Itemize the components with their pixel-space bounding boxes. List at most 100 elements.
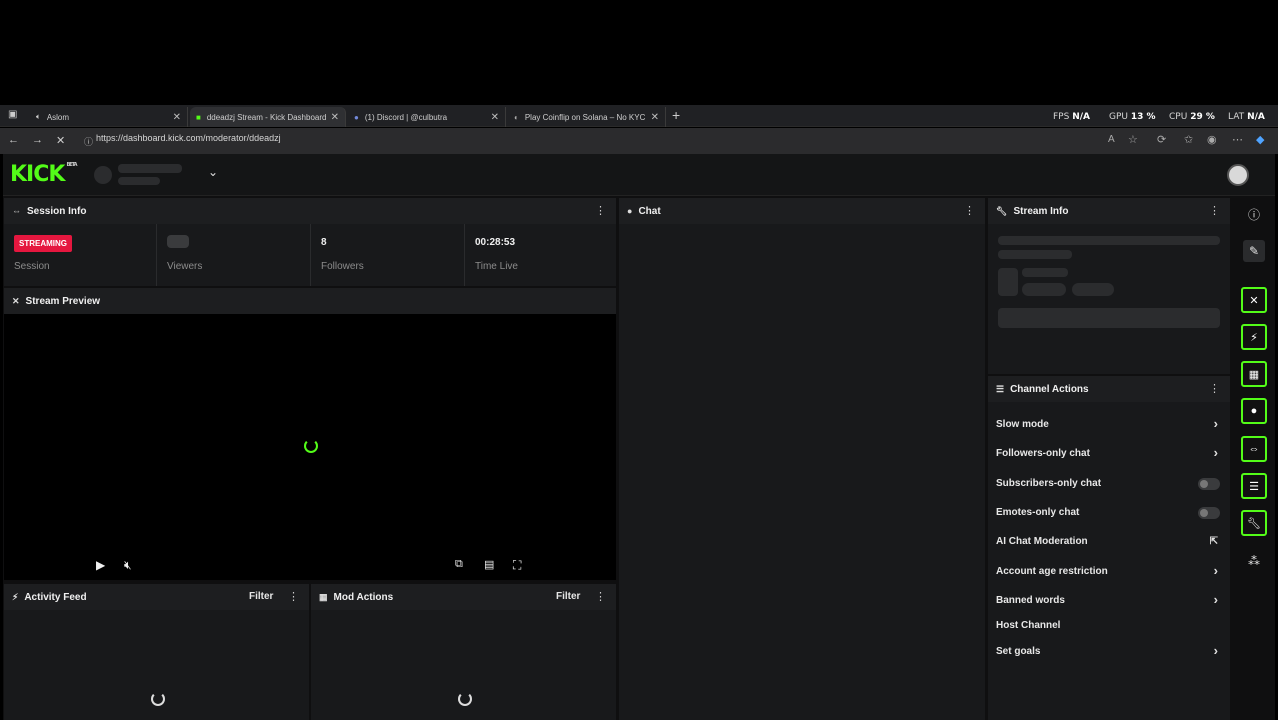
action-set-goals[interactable]: Set goals › <box>988 643 1230 663</box>
more-vertical-icon[interactable]: ⋮ <box>1209 382 1220 395</box>
stream-info-toggle-icon[interactable]: 🔧︎ <box>1241 510 1267 536</box>
filter-button[interactable]: Filter <box>556 591 580 602</box>
session-info-toggle-icon[interactable]: ⇔ <box>1241 436 1267 462</box>
profile-icon[interactable]: ◉ <box>1207 133 1217 146</box>
emotes-only-toggle[interactable] <box>1198 507 1220 519</box>
close-icon[interactable]: ✕ <box>651 112 659 123</box>
perf-label: FPS <box>1053 112 1070 122</box>
stat-label: Viewers <box>167 261 203 272</box>
read-aloud-icon[interactable]: A <box>1108 134 1115 145</box>
site-info-icon[interactable]: ⓘ <box>84 135 93 148</box>
theater-mode-icon[interactable]: ▤ <box>484 558 494 571</box>
mute-icon[interactable]: 🔇︎ <box>124 558 132 573</box>
action-label: Emotes-only chat <box>996 507 1080 518</box>
perf-label: CPU <box>1169 112 1188 122</box>
edit-button-placeholder <box>998 308 1220 328</box>
panel-title: Session Info <box>27 205 87 217</box>
refresh-icon[interactable]: ⟳ <box>1157 133 1166 146</box>
add-widget-icon[interactable]: ⁂ <box>1243 550 1265 572</box>
back-icon[interactable]: ← <box>8 134 19 146</box>
speaker-icon: 🔈︎ <box>36 112 41 121</box>
action-followers-only-chat[interactable]: Followers-only chat › <box>988 445 1230 465</box>
close-icon[interactable]: ✕ <box>173 112 181 123</box>
kick-logo[interactable]: KICK BETA <box>10 162 78 187</box>
stream-preview-toggle-icon[interactable]: ✕ <box>1241 287 1267 313</box>
play-icon[interactable]: ▶ <box>96 558 105 572</box>
chat-toggle-icon[interactable]: ● <box>1241 398 1267 424</box>
channel-name-placeholder <box>118 164 182 173</box>
more-vertical-icon[interactable]: ⋮ <box>595 590 606 603</box>
new-tab-button[interactable]: + <box>672 107 680 123</box>
more-vertical-icon[interactable]: ⋮ <box>288 590 299 603</box>
external-link-icon: ⇱ <box>1209 536 1218 547</box>
panel-header: 🔧︎ Stream Info <box>988 198 1230 224</box>
wrench-icon: 🔧︎ <box>996 205 1008 216</box>
channel-avatar-placeholder <box>94 166 112 184</box>
more-options-icon[interactable]: ⋯ <box>1232 133 1243 146</box>
tab-title: Aslom <box>46 112 70 122</box>
channel-switcher-chevron-down-icon[interactable]: ⌄ <box>208 165 218 179</box>
perf-label: LAT <box>1228 112 1245 122</box>
chevron-right-icon: › <box>1213 445 1218 460</box>
close-icon[interactable]: ✕ <box>491 112 499 123</box>
stream-info-panel: 🔧︎ Stream Info ⋮ <box>988 198 1230 374</box>
picture-in-picture-icon[interactable]: ⧉ <box>455 558 463 571</box>
discord-icon: ● <box>354 112 359 122</box>
stat-value: 8 <box>321 237 327 248</box>
stat-label: Session <box>14 261 50 272</box>
category-thumb-placeholder <box>998 268 1018 296</box>
action-slow-mode[interactable]: Slow mode › <box>988 416 1230 436</box>
favorites-icon[interactable]: ✩ <box>1184 133 1193 146</box>
user-avatar[interactable] <box>1227 164 1249 186</box>
browser-tab[interactable]: ● (1) Discord | @culbutra ✕ <box>348 107 506 127</box>
stat-time-live: 00:28:53 Time Live <box>465 224 616 286</box>
action-ai-chat-moderation[interactable]: AI Chat Moderation ⇱ <box>988 533 1230 553</box>
tag-placeholder <box>1072 283 1114 296</box>
action-emotes-only-chat: Emotes-only chat <box>988 504 1230 524</box>
perf-lat: LAT N/A <box>1228 112 1265 122</box>
activity-feed-toggle-icon[interactable]: ⚡︎ <box>1241 324 1267 350</box>
preview-icon: ✕ <box>12 295 20 306</box>
close-icon[interactable]: ✕ <box>331 112 339 123</box>
favorite-star-icon[interactable]: ☆ <box>1128 133 1138 146</box>
forward-icon[interactable]: → <box>32 134 43 146</box>
action-label: Banned words <box>996 595 1065 606</box>
action-banned-words[interactable]: Banned words › <box>988 592 1230 612</box>
status-badge: STREAMING <box>14 235 72 252</box>
action-label: Subscribers-only chat <box>996 478 1102 489</box>
action-label: Host Channel <box>996 620 1061 631</box>
browser-tab[interactable]: 🔈︎ Aslom ✕ <box>30 107 188 127</box>
mod-actions-toggle-icon[interactable]: ▦ <box>1241 361 1267 387</box>
chevron-right-icon: › <box>1213 563 1218 578</box>
url-field[interactable]: https://dashboard.kick.com/moderator/dde… <box>96 133 281 143</box>
channel-subtitle-placeholder <box>118 177 160 185</box>
action-label: Set goals <box>996 646 1041 657</box>
close-loading-icon[interactable]: ✕ <box>56 134 65 147</box>
activity-feed-panel: ⚡︎ Activity Feed Filter ⋮ <box>4 584 309 720</box>
channel-actions-toggle-icon[interactable]: ☰ <box>1241 473 1267 499</box>
subscribers-only-toggle[interactable] <box>1198 478 1220 490</box>
logo-text: KICK <box>10 162 65 187</box>
more-vertical-icon[interactable]: ⋮ <box>595 204 606 217</box>
app-header <box>3 154 1275 196</box>
action-host-channel[interactable]: Host Channel <box>988 617 1230 637</box>
panel-title: Stream Info <box>1013 205 1069 217</box>
loading-spinner-icon <box>304 439 318 453</box>
fullscreen-icon[interactable]: ⛶ <box>513 558 521 573</box>
copilot-icon[interactable]: ◆ <box>1256 133 1264 146</box>
more-vertical-icon[interactable]: ⋮ <box>1209 204 1220 217</box>
logo-tag: BETA <box>66 162 77 168</box>
edit-pencil-icon[interactable]: ✎ <box>1243 240 1265 262</box>
action-account-age-restriction[interactable]: Account age restriction › <box>988 563 1230 583</box>
panel-title: Activity Feed <box>24 591 87 603</box>
more-vertical-icon[interactable]: ⋮ <box>964 204 975 217</box>
browser-tab-active[interactable]: ■ ddeadzj Stream - Kick Dashboard ✕ <box>190 107 346 127</box>
panel-header: ☰ Channel Actions <box>988 376 1230 402</box>
viewers-placeholder <box>167 235 189 248</box>
sidebar-toggle-icon[interactable]: ▣ <box>8 109 17 120</box>
browser-tab[interactable]: ◐ Play Coinflip on Solana – No KYC ✕ <box>508 107 666 127</box>
filter-button[interactable]: Filter <box>249 591 273 602</box>
perf-value: N/A <box>1247 112 1265 122</box>
info-icon[interactable]: ⓘ <box>1243 203 1265 225</box>
coin-icon: ◐ <box>514 112 519 122</box>
